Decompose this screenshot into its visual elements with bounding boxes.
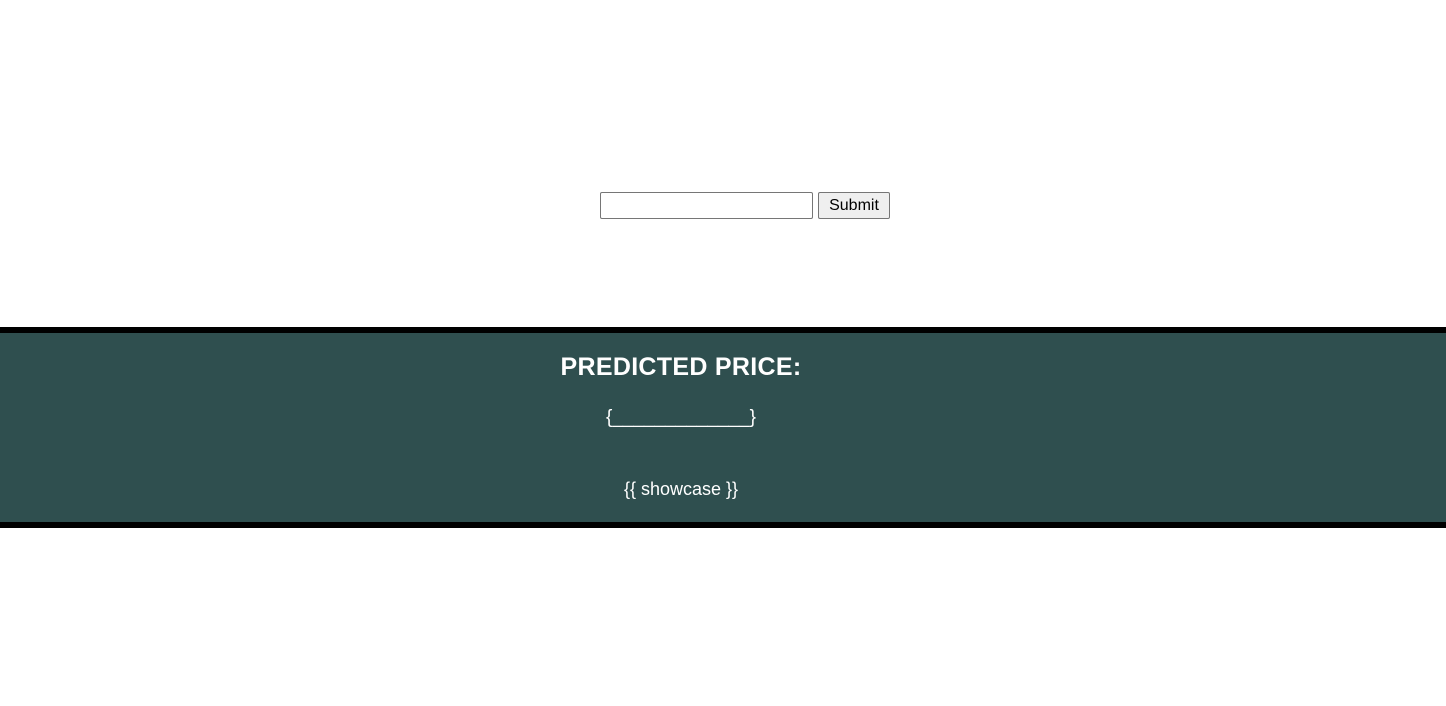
showcase-text: {{ showcase }} — [623, 479, 739, 499]
feature-input[interactable] — [600, 192, 813, 219]
predicted-price-value: {_____________} — [605, 407, 757, 428]
prediction-title: PREDICTED PRICE: — [560, 353, 802, 381]
prediction-panel: PREDICTED PRICE: {_____________} {{ show… — [0, 327, 1446, 528]
page: Submit PREDICTED PRICE: {_____________} … — [0, 0, 1446, 706]
submit-button[interactable]: Submit — [818, 192, 890, 219]
price-form: Submit — [600, 192, 890, 219]
